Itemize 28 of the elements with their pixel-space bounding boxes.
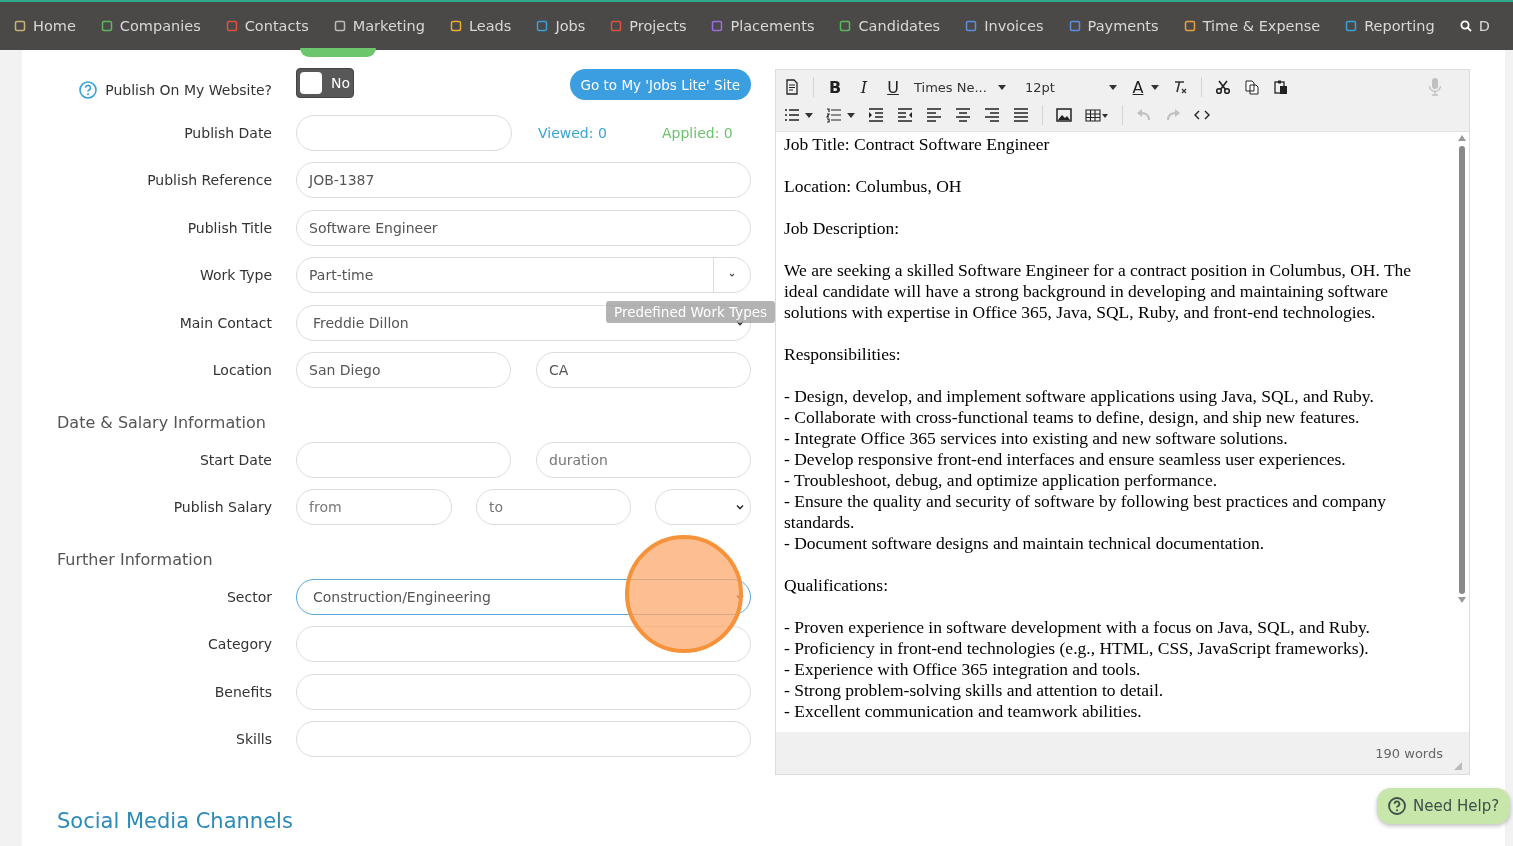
applied-count: Applied: 0 — [661, 124, 734, 141]
viewed-count: Viewed: 0 — [537, 124, 608, 141]
field-label: Publish On My Website? — [105, 82, 272, 98]
field-label: Publish Reference — [146, 172, 272, 189]
field-label: Benefits — [213, 683, 272, 700]
section-heading: Date & Salary Information — [57, 412, 267, 434]
field-label: Start Date — [198, 451, 272, 468]
paragraph: Location: Columbus, OH — [784, 176, 963, 197]
field-label: Skills — [235, 731, 272, 748]
paragraph: - Proven experience in software development with a focus on Java, SQL, and Ruby. - Proficiency in front-end technologies (e.g., HTML, CSS, JavaScript frameworks). - Experience with Office 365 integration and tools. - Strong problem-solving skills and attention to detail. - Excellent communication and teamwork abilities. — [784, 617, 1371, 722]
field-label: Category — [207, 636, 272, 653]
paragraph: Qualifications: — [784, 575, 889, 596]
tooltip: Predefined Work Types — [606, 301, 776, 324]
word-count: 190 words — [1375, 745, 1443, 761]
field-label: Publish Title — [186, 219, 272, 236]
field-label: Location — [211, 362, 272, 379]
paragraph: Job Description: — [784, 218, 901, 239]
field-label: Sector — [226, 588, 272, 605]
field-label: Main Contact — [178, 314, 272, 331]
paragraph: Responsibilities: — [784, 344, 902, 365]
section-heading: Further Information — [57, 549, 214, 571]
section-heading: Social Media Channels — [57, 809, 294, 833]
field-label: Work Type — [198, 267, 272, 284]
field-label: Publish Date — [183, 124, 272, 141]
paragraph: - Design, develop, and implement software applications using Java, SQL, and Ruby. - Collaborate with cross-functional teams to define, design, and ship new features. - Integrate Office 365 services into existing and new software solutions. - Develop responsive front-end interfaces and ensure seamless user experiences. - Troubleshoot, debug, and optimize application performance. - Ensure the quality and security of software by following best practices and company standards. - Document software designs and maintain technical documentation. — [784, 386, 1388, 554]
paragraph: Job Title: Contract Software Engineer — [784, 134, 1051, 155]
field-label: Publish Salary — [172, 499, 272, 516]
paragraph: We are seeking a skilled Software Engineer for a contract position in Columbus, OH. The ideal candidate will have a strong background in developing and maintaining software solutions with expertise in Office 365, Java, SQL, Ruby, and front-end technologies. — [784, 260, 1413, 323]
